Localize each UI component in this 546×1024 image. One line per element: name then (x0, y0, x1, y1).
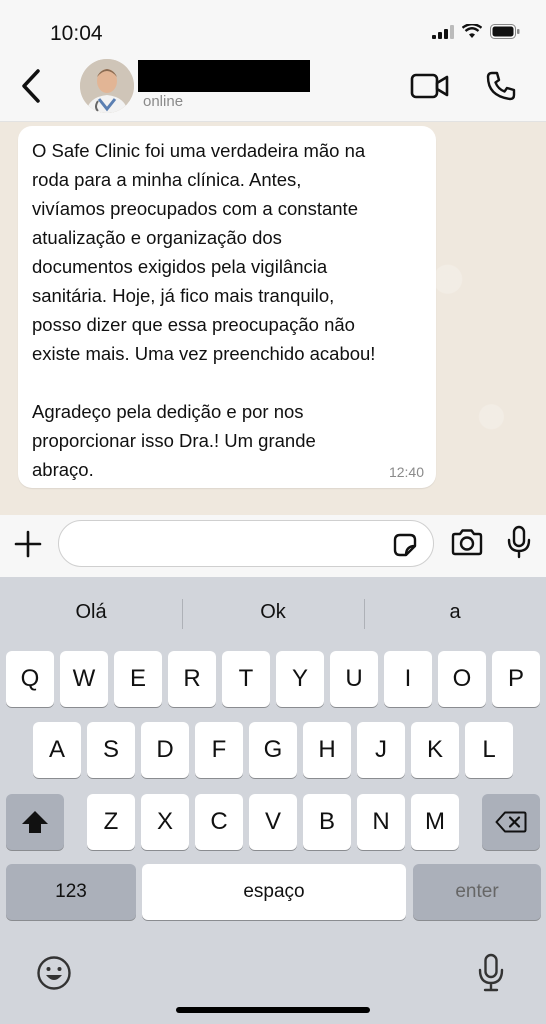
input-bar (0, 515, 546, 577)
status-icons (432, 24, 520, 39)
plus-icon[interactable] (14, 530, 42, 558)
contact-status: online (143, 93, 184, 110)
key-i[interactable]: I (384, 651, 432, 707)
video-camera-icon[interactable] (410, 73, 450, 99)
key-o[interactable]: O (438, 651, 486, 707)
key-k[interactable]: K (411, 722, 459, 778)
key-p[interactable]: P (492, 651, 540, 707)
chat-header: online (0, 56, 546, 122)
enter-key[interactable]: enter (413, 864, 541, 920)
keyboard: Olá Ok a QWERTYUIOPASDFGHJKLZXCVBNM 123 … (0, 577, 546, 1024)
wifi-icon (462, 24, 482, 38)
camera-icon[interactable] (450, 528, 484, 556)
shift-icon (22, 811, 48, 833)
shift-key[interactable] (6, 794, 64, 850)
key-u[interactable]: U (330, 651, 378, 707)
sticker-icon[interactable] (391, 531, 419, 559)
key-y[interactable]: Y (276, 651, 324, 707)
status-time: 10:04 (50, 22, 103, 45)
suggestion-3[interactable]: a (364, 601, 546, 624)
key-l[interactable]: L (465, 722, 513, 778)
message-bubble[interactable]: O Safe Clinic foi uma verdadeira mão na … (18, 126, 436, 488)
key-n[interactable]: N (357, 794, 405, 850)
key-s[interactable]: S (87, 722, 135, 778)
delete-key[interactable] (482, 794, 540, 850)
status-bar: 10:04 (0, 0, 546, 56)
dictation-microphone-icon[interactable] (478, 953, 504, 993)
key-g[interactable]: G (249, 722, 297, 778)
space-key[interactable]: espaço (142, 864, 406, 920)
key-q[interactable]: Q (6, 651, 54, 707)
key-v[interactable]: V (249, 794, 297, 850)
backspace-icon (495, 811, 527, 833)
message-time: 12:40 (388, 464, 424, 480)
key-f[interactable]: F (195, 722, 243, 778)
key-h[interactable]: H (303, 722, 351, 778)
key-z[interactable]: Z (87, 794, 135, 850)
key-e[interactable]: E (114, 651, 162, 707)
signal-icon (432, 24, 454, 39)
emoji-icon[interactable] (36, 955, 72, 991)
key-w[interactable]: W (60, 651, 108, 707)
key-j[interactable]: J (357, 722, 405, 778)
phone-icon[interactable] (485, 70, 517, 102)
key-a[interactable]: A (33, 722, 81, 778)
contact-name-redacted[interactable] (138, 60, 310, 92)
key-b[interactable]: B (303, 794, 351, 850)
home-indicator[interactable] (176, 1007, 370, 1013)
message-text: O Safe Clinic foi uma verdadeira mão na … (32, 140, 376, 480)
battery-icon (490, 24, 520, 39)
key-t[interactable]: T (222, 651, 270, 707)
suggestion-2[interactable]: Ok (182, 601, 364, 624)
key-c[interactable]: C (195, 794, 243, 850)
suggestion-bar: Olá Ok a (0, 577, 546, 647)
key-x[interactable]: X (141, 794, 189, 850)
message-input[interactable] (58, 520, 434, 567)
avatar[interactable] (80, 59, 134, 113)
key-r[interactable]: R (168, 651, 216, 707)
chat-area[interactable]: O Safe Clinic foi uma verdadeira mão na … (0, 122, 546, 515)
chevron-left-icon[interactable] (18, 68, 44, 104)
microphone-icon[interactable] (507, 525, 531, 559)
suggestion-1[interactable]: Olá (0, 601, 182, 624)
numbers-key[interactable]: 123 (6, 864, 136, 920)
key-m[interactable]: M (411, 794, 459, 850)
key-d[interactable]: D (141, 722, 189, 778)
